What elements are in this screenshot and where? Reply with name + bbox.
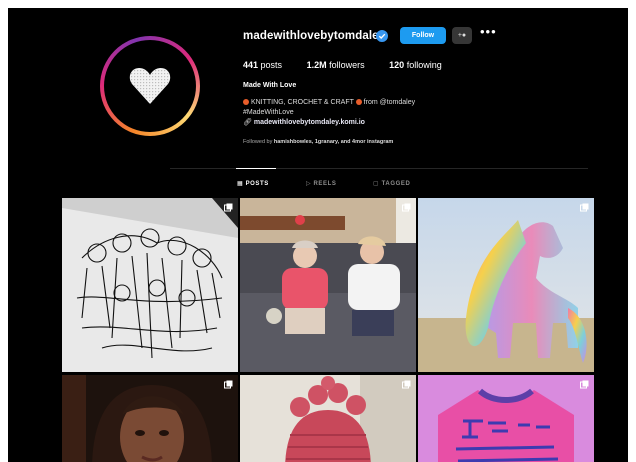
yarn-ball-icon (355, 99, 362, 106)
post-tile-knitted-sweater[interactable] (418, 375, 594, 462)
tabs-divider (170, 168, 588, 169)
link-icon: 🔗︎ (243, 119, 252, 126)
knitting-photo (240, 198, 416, 372)
carousel-icon (580, 380, 589, 389)
knitted-heart-icon (129, 68, 171, 104)
post-tile-knitting-friends[interactable] (240, 198, 416, 372)
profile-bio: KNITTING, CROCHET & CRAFT from @tomdaley… (243, 99, 416, 126)
post-tile-knitted-horse[interactable] (418, 198, 594, 372)
carousel-icon (224, 203, 233, 212)
post-tile-portrait[interactable] (62, 375, 238, 462)
bio-link[interactable]: madewithlovebytomdaley.komi.io (254, 119, 365, 126)
profile-avatar[interactable] (100, 36, 200, 136)
tag-icon: ▢ (373, 181, 380, 187)
portrait-photo (62, 375, 238, 462)
active-tab-indicator (236, 168, 276, 169)
sketch-image (62, 198, 238, 372)
tab-posts[interactable]: ▦ POSTS (237, 180, 269, 187)
reels-icon: ▷ (306, 181, 312, 187)
yarn-ball-icon (243, 99, 249, 106)
instagram-profile-page: madewithlovebytomdaley Follow +● ••• 441… (8, 8, 628, 462)
profile-stats: 441 posts 1.2M followers 120 following (243, 60, 464, 70)
carousel-icon (580, 203, 589, 212)
followed-by-text[interactable]: Followed by hamishbowles, 1granary, and … (243, 139, 393, 145)
followers-stat[interactable]: 1.2M followers (307, 60, 365, 70)
bio-hashtag[interactable]: #MadeWithLove (243, 108, 415, 118)
more-options-button[interactable]: ••• (480, 24, 497, 39)
verified-badge-icon (376, 30, 388, 42)
follow-button[interactable]: Follow (400, 27, 446, 44)
post-tile-sketch[interactable] (62, 198, 238, 372)
posts-stat: 441 posts (243, 60, 283, 70)
carousel-icon (402, 380, 411, 389)
tab-reels[interactable]: ▷ REELS (306, 180, 337, 187)
grid-icon: ▦ (237, 181, 244, 187)
knitted-horse-image (418, 198, 594, 372)
profile-full-name: Made With Love (243, 82, 297, 89)
suggested-accounts-button[interactable]: +● (452, 27, 472, 44)
add-person-icon: +● (457, 32, 467, 39)
carousel-icon (224, 380, 233, 389)
knitted-sweater-image (418, 375, 594, 462)
crochet-hat-photo (240, 375, 416, 462)
tab-tagged[interactable]: ▢ TAGGED (373, 180, 410, 187)
carousel-icon (402, 203, 411, 212)
post-tile-crochet-hat[interactable] (240, 375, 416, 462)
profile-username: madewithlovebytomdaley (243, 30, 386, 42)
following-stat[interactable]: 120 following (389, 60, 442, 70)
